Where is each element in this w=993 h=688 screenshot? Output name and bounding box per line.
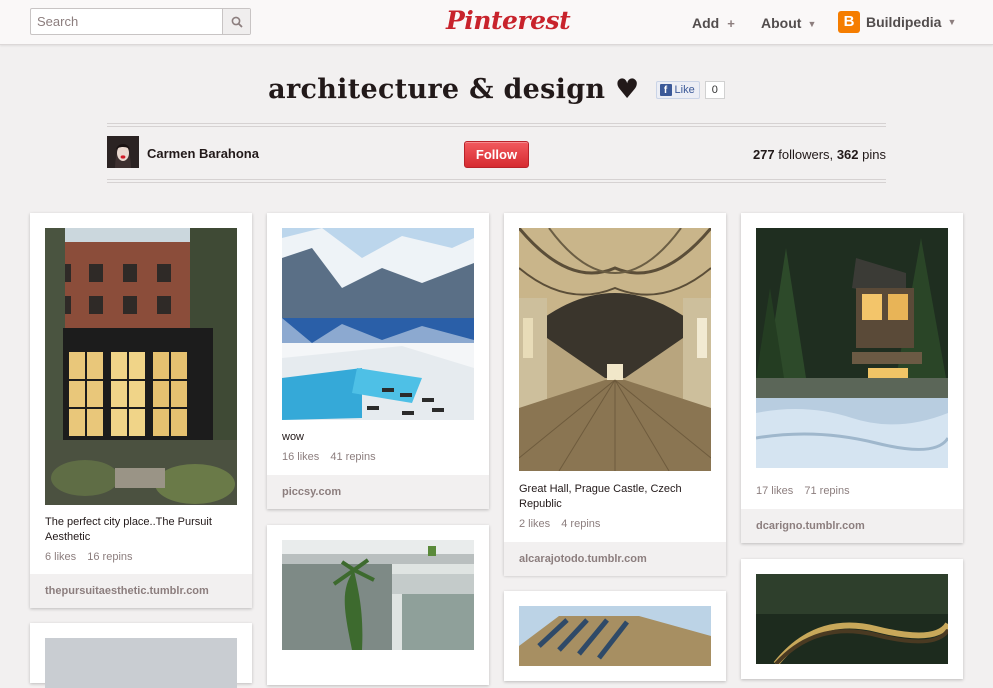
pin-image[interactable] <box>282 228 474 420</box>
nav-add-label: Add <box>692 15 720 31</box>
facebook-like-widget: f Like 0 <box>655 80 725 99</box>
pin-source-link[interactable]: alcarajotodo.tumblr.com <box>504 542 726 576</box>
pin-source-link[interactable]: piccsy.com <box>267 475 489 509</box>
pin-image[interactable] <box>282 540 474 650</box>
board-owner-name[interactable]: Carmen Barahona <box>147 146 259 161</box>
facebook-icon: f <box>659 83 672 96</box>
top-nav-bar: Pinterest Add + About ▼ B Buildipedia ▼ <box>0 0 993 45</box>
pin-description: The perfect city place..The Pursuit Aest… <box>45 516 212 543</box>
pin-likes[interactable]: 2 likes <box>519 518 550 530</box>
pin-stats: 16 likes 41 repins <box>282 451 376 463</box>
followers-label: followers, <box>778 147 834 162</box>
pin-likes[interactable]: 17 likes <box>756 485 793 497</box>
chevron-down-icon: ▼ <box>807 19 817 29</box>
pin-image[interactable] <box>45 228 237 505</box>
board-title: architecture & design ♥ <box>268 74 640 105</box>
search-box <box>30 8 251 35</box>
pin-card <box>30 623 252 688</box>
divider <box>107 179 886 183</box>
pin-source-link[interactable]: thepursuitaesthetic.tumblr.com <box>30 574 252 608</box>
facebook-like-label: Like <box>674 83 695 96</box>
search-input[interactable] <box>31 9 224 34</box>
pin-card: wow 16 likes 41 repins piccsy.com <box>267 213 489 509</box>
pin-image[interactable] <box>756 574 948 664</box>
board-header: architecture & design ♥ f Like 0 <box>0 74 993 105</box>
pin-repins[interactable]: 4 repins <box>561 518 600 530</box>
pin-card: The perfect city place..The Pursuit Aest… <box>30 213 252 608</box>
pinterest-logo[interactable]: Pinterest <box>446 5 571 37</box>
pin-image[interactable] <box>519 228 711 471</box>
pin-likes[interactable]: 16 likes <box>282 451 319 463</box>
avatar[interactable] <box>107 136 139 168</box>
nav-about-label: About <box>761 15 802 31</box>
nav-about-menu[interactable]: About ▼ <box>761 14 816 33</box>
pin-image[interactable] <box>519 606 711 666</box>
pin-card: 17 likes 71 repins dcarigno.tumblr.com <box>741 213 963 543</box>
nav-add-menu[interactable]: Add + <box>692 14 735 33</box>
pin-stats: 17 likes 71 repins <box>756 485 850 497</box>
pin-card: Great Hall, Prague Castle, Czech Republi… <box>504 213 726 576</box>
chevron-down-icon: ▼ <box>947 17 957 27</box>
board-stats: 277 followers, 362 pins <box>753 147 886 162</box>
facebook-like-count: 0 <box>704 80 725 99</box>
pin-repins[interactable]: 16 repins <box>87 551 132 563</box>
followers-count[interactable]: 277 <box>753 147 775 162</box>
pin-stats: 2 likes 4 repins <box>519 518 600 530</box>
search-icon <box>231 16 243 28</box>
pin-repins[interactable]: 41 repins <box>330 451 375 463</box>
pin-card <box>267 525 489 685</box>
pin-description: wow <box>282 431 305 443</box>
pins-label: pins <box>862 147 886 162</box>
pin-image[interactable] <box>45 638 237 688</box>
facebook-like-button[interactable]: f Like <box>655 80 700 99</box>
pin-image[interactable] <box>756 228 948 468</box>
divider <box>107 123 886 127</box>
follow-button[interactable]: Follow <box>464 141 529 168</box>
search-button[interactable] <box>222 9 250 34</box>
pin-description: Great Hall, Prague Castle, Czech Republi… <box>519 483 682 510</box>
plus-icon: + <box>727 16 735 31</box>
nav-user-menu[interactable]: B Buildipedia ▼ <box>838 11 956 33</box>
pin-stats: 6 likes 16 repins <box>45 551 133 563</box>
pin-source-link[interactable]: dcarigno.tumblr.com <box>741 509 963 543</box>
nav-user-label: Buildipedia <box>866 14 942 30</box>
pin-card <box>741 559 963 679</box>
pin-likes[interactable]: 6 likes <box>45 551 76 563</box>
pin-repins[interactable]: 71 repins <box>804 485 849 497</box>
pin-card <box>504 591 726 681</box>
blogger-avatar-icon: B <box>838 11 860 33</box>
pins-count[interactable]: 362 <box>837 147 859 162</box>
